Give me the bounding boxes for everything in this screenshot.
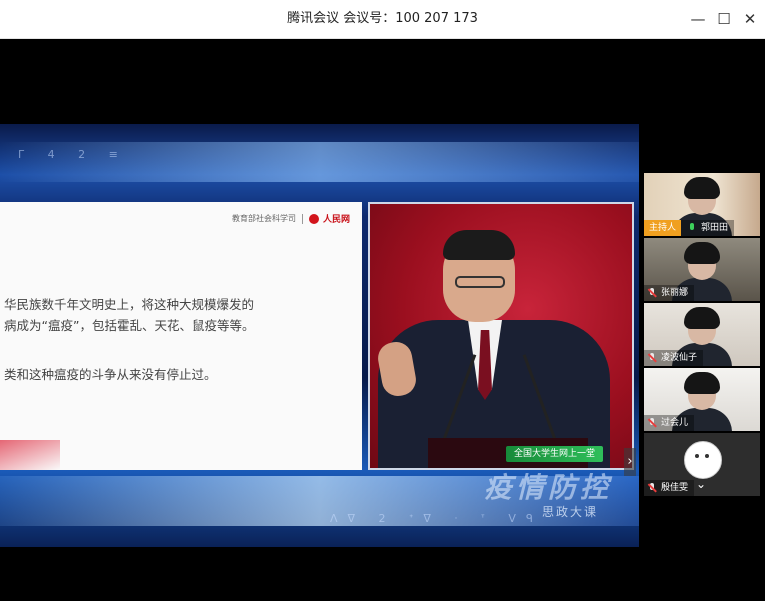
decorative-glyphs: ᐱᐁ 2 ᐩᐁ ᐧ ᐪ ᐯᑫ <box>330 512 543 525</box>
participant-label: 张丽娜 <box>644 285 695 301</box>
corner-logo-icon <box>0 154 34 194</box>
slide-header-brand: 人民网 <box>322 215 350 225</box>
close-button[interactable]: ✕ <box>736 0 764 38</box>
participant-hair <box>684 177 720 199</box>
next-page-arrow-icon[interactable]: › <box>624 448 636 476</box>
avatar <box>684 441 722 479</box>
divider <box>301 213 303 224</box>
slide-text-line: 华民族数千年文明史上，将这种大规模爆发的 <box>4 297 255 312</box>
mic-muted-icon <box>647 483 657 493</box>
window-title: 腾讯会议 会议号：100 207 173 <box>287 11 478 26</box>
slide-text-line: 类和这种瘟疫的斗争从来没有停止过。 <box>4 367 217 382</box>
mic-muted-icon <box>647 288 657 298</box>
slide: 教育部社会科学司 人民网 华民族数千年文明史上，将这种大规模爆发的 病成为“瘟疫… <box>0 202 362 470</box>
participant-label: 凌波仙子 <box>644 350 704 366</box>
maximize-button[interactable]: ☐ <box>710 0 738 38</box>
participant-tile[interactable]: 凌波仙子 <box>644 303 760 366</box>
participant-tile[interactable]: 主持人 郭田田 <box>644 173 760 236</box>
chevron-down-icon[interactable]: ⌄ <box>696 477 706 491</box>
mic-muted-icon <box>647 353 657 363</box>
participant-name: 殷佳雯 <box>661 483 689 493</box>
speaker-video: 全国大学生网上一堂 <box>368 202 634 470</box>
decorative-glyphs: ᒥ 4 2 ≡ <box>18 148 128 161</box>
participant-name: 郭田田 <box>701 223 729 233</box>
participant-name: 张丽娜 <box>661 288 689 298</box>
participant-tile[interactable]: 张丽娜 <box>644 238 760 301</box>
participant-tile[interactable]: ⌄ 殷佳雯 <box>644 433 760 496</box>
show-subtitle: 思政大课 <box>542 505 599 519</box>
mic-muted-icon <box>647 418 657 428</box>
shared-screen[interactable]: ᒥ 4 2 ≡ ᐱᐁ 2 ᐩᐁ ᐧ ᐪ ᐯᑫ 教育部社会科学司 人民网 华民族数… <box>0 124 639 547</box>
participant-hair <box>684 307 720 329</box>
slide-header: 教育部社会科学司 人民网 <box>232 212 350 225</box>
participant-label: 主持人 郭田田 <box>644 220 735 236</box>
decorative-accent <box>0 440 60 470</box>
participant-name: 过会儿 <box>661 418 689 428</box>
mic-active-icon <box>687 223 697 233</box>
participant-hair <box>684 242 720 264</box>
minimize-button[interactable]: — <box>684 0 712 38</box>
participant-tile[interactable]: 过会儿 <box>644 368 760 431</box>
slide-header-org: 教育部社会科学司 <box>231 214 296 223</box>
participant-hair <box>684 372 720 394</box>
show-logo: 疫情防控 <box>484 471 613 504</box>
participant-name: 凌波仙子 <box>661 353 698 363</box>
slide-text-line: 病成为“瘟疫”，包括霍乱、天花、鼠疫等等。 <box>4 318 255 333</box>
people-daily-logo-icon <box>308 213 319 224</box>
participant-label: 过会儿 <box>644 415 695 431</box>
speaker-frame <box>368 202 634 470</box>
host-badge: 主持人 <box>644 220 682 236</box>
participant-label: 殷佳雯 <box>644 480 695 496</box>
title-bar: 腾讯会议 会议号：100 207 173 — ☐ ✕ <box>0 0 765 39</box>
